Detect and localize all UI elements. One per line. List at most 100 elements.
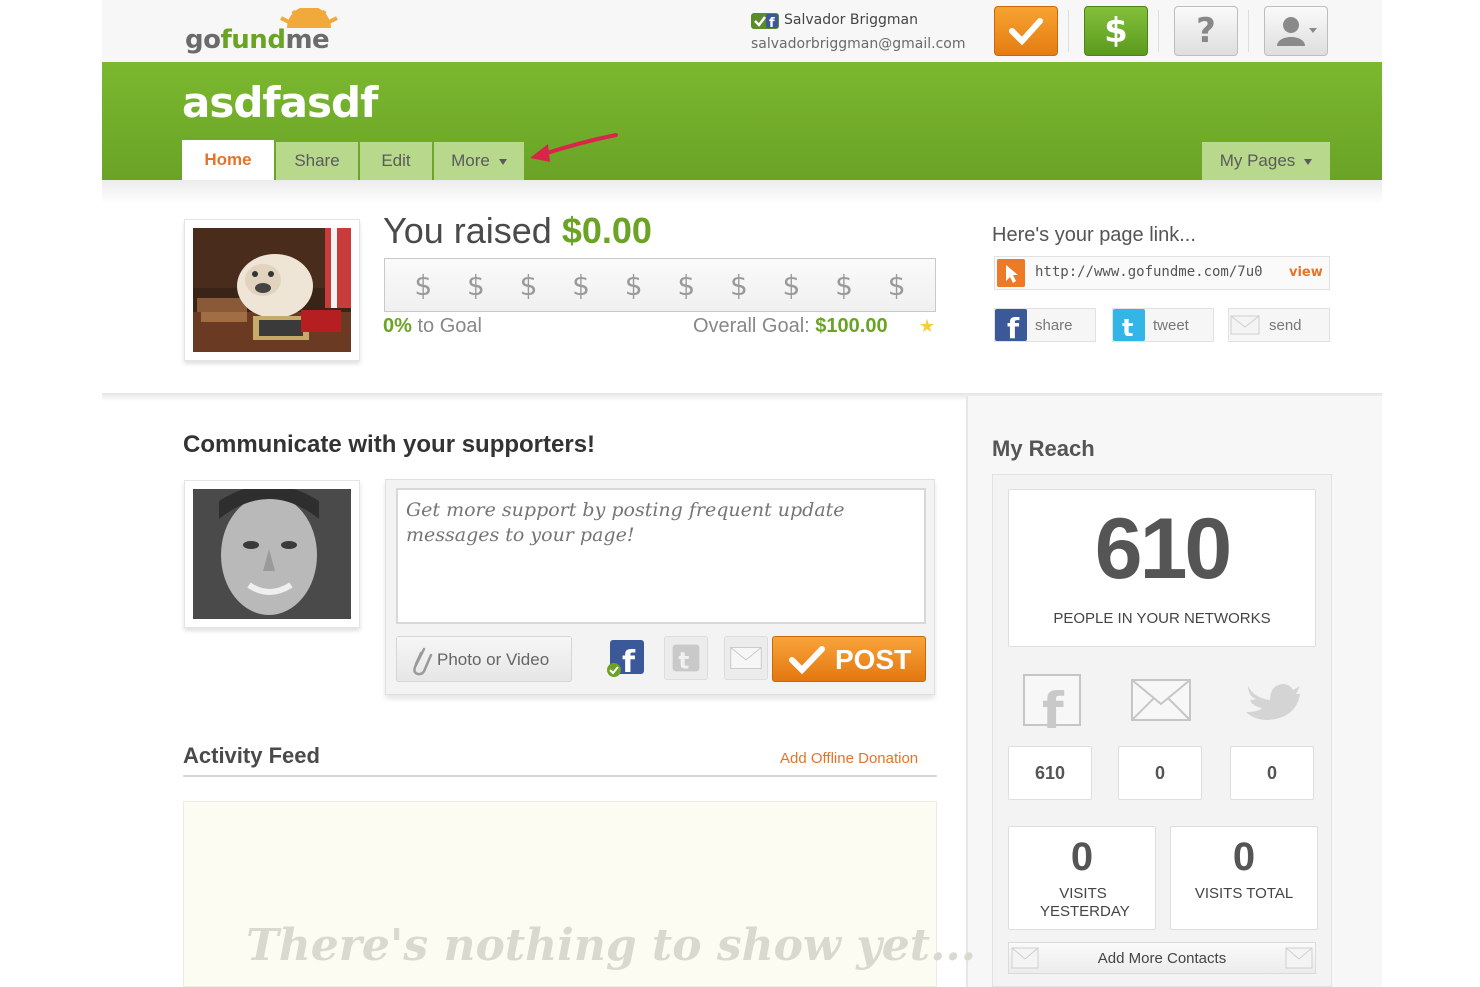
twitter-icon: t bbox=[1113, 309, 1145, 341]
activity-feed-title: Activity Feed bbox=[183, 743, 320, 768]
svg-text:t: t bbox=[678, 649, 689, 675]
user-icon bbox=[1277, 17, 1317, 46]
svg-text:t: t bbox=[1122, 314, 1133, 341]
my-pages-label: My Pages bbox=[1219, 151, 1296, 170]
mail-icon bbox=[1131, 679, 1191, 721]
twitter-icon[interactable]: t bbox=[664, 636, 708, 680]
facebook-icon: f bbox=[1023, 674, 1081, 728]
dollar-mark: $ bbox=[835, 268, 853, 302]
help-button[interactable]: ? bbox=[1174, 6, 1238, 56]
twitter-reach-count: 0 bbox=[1230, 746, 1314, 800]
raised-amount: $0.00 bbox=[561, 210, 652, 251]
dashboard-frame: gofundme f Salvador Briggman salvadorbri… bbox=[102, 0, 1382, 987]
visits-yesterday-label: VISITS YESTERDAY bbox=[1040, 885, 1130, 920]
raised-headline: You raised $0.00 bbox=[383, 210, 652, 252]
page-title: asdfasdf bbox=[182, 78, 378, 127]
mail-icon bbox=[1285, 947, 1313, 969]
people-count: 610 bbox=[1094, 501, 1233, 597]
send-label: send bbox=[1269, 317, 1302, 334]
network-size-card: 610 PEOPLE IN YOUR NETWORKS bbox=[1008, 489, 1316, 647]
donations-button[interactable]: $ bbox=[1084, 6, 1148, 56]
dollar-mark: $ bbox=[414, 268, 433, 302]
update-message-input[interactable] bbox=[396, 488, 926, 624]
dollar-mark: $ bbox=[519, 268, 538, 302]
toolbar-divider bbox=[1068, 10, 1069, 52]
people-label: PEOPLE IN YOUR NETWORKS bbox=[1053, 610, 1271, 627]
feed-divider bbox=[183, 775, 937, 777]
top-bar: gofundme f Salvador Briggman salvadorbri… bbox=[102, 0, 1382, 62]
profile-photo[interactable] bbox=[184, 480, 360, 628]
percent-value: 0% bbox=[383, 315, 412, 337]
my-pages-dropdown[interactable]: My Pages bbox=[1202, 142, 1330, 180]
campaign-photo[interactable] bbox=[184, 219, 360, 361]
svg-text:f: f bbox=[622, 645, 636, 680]
star-icon: ★ bbox=[919, 316, 936, 337]
twitter-share-button[interactable]: t tweet bbox=[1112, 308, 1214, 342]
activity-feed: There's nothing to show yet... bbox=[183, 801, 976, 987]
user-name[interactable]: Salvador Briggman bbox=[784, 12, 918, 28]
photo-video-label: Photo or Video bbox=[437, 650, 550, 669]
visits-yesterday-card: 0 VISITS YESTERDAY bbox=[1008, 826, 1156, 930]
dollar-mark: $ bbox=[466, 268, 485, 302]
page-link-url[interactable]: http://www.gofundme.com/7u0 bbox=[1035, 264, 1275, 280]
percent-suffix: to Goal bbox=[417, 315, 482, 337]
goal-value: $100.00 bbox=[815, 315, 888, 337]
dollar-mark: $ bbox=[729, 268, 748, 302]
empty-feed-message: There's nothing to show yet... bbox=[246, 920, 977, 971]
donation-progress-bar: $ $ $ $ $ $ $ $ $ $ bbox=[384, 258, 936, 312]
mail-icon[interactable] bbox=[724, 636, 768, 680]
toolbar-divider bbox=[1158, 10, 1159, 52]
account-menu-button[interactable] bbox=[1264, 6, 1328, 56]
raised-prefix: You raised bbox=[383, 210, 552, 251]
tab-share[interactable]: Share bbox=[276, 142, 358, 180]
view-link[interactable]: view bbox=[1289, 265, 1323, 280]
tab-home[interactable]: Home bbox=[182, 140, 274, 180]
tab-edit[interactable]: Edit bbox=[360, 142, 432, 180]
mail-icon bbox=[1230, 315, 1260, 335]
cursor-icon bbox=[997, 259, 1025, 287]
page-link-box: http://www.gofundme.com/7u0 view bbox=[994, 256, 1330, 290]
tab-more[interactable]: More bbox=[434, 142, 524, 180]
user-info: f Salvador Briggman salvadorbriggman@gma… bbox=[751, 10, 981, 56]
add-more-contacts-button[interactable]: Add More Contacts bbox=[1008, 942, 1316, 974]
facebook-icon: f bbox=[995, 309, 1027, 341]
communicate-title: Communicate with your supporters! bbox=[183, 431, 596, 458]
email-reach-count: 0 bbox=[1118, 746, 1202, 800]
visits-total-label: VISITS TOTAL bbox=[1194, 885, 1294, 902]
profile-image bbox=[193, 485, 351, 619]
percent-to-goal: 0% to Goal bbox=[383, 315, 482, 338]
share-label: share bbox=[1035, 317, 1073, 334]
facebook-connected-icon: f bbox=[751, 13, 779, 29]
logo-go: go bbox=[185, 25, 221, 55]
post-button[interactable]: POST bbox=[772, 636, 926, 682]
gofundme-logo[interactable]: gofundme bbox=[185, 8, 345, 56]
campaign-image bbox=[193, 228, 351, 352]
photo-video-button[interactable]: Photo or Video bbox=[396, 636, 572, 682]
dollar-mark: $ bbox=[782, 268, 801, 302]
svg-text:f: f bbox=[769, 16, 775, 29]
logo-fund: fund bbox=[220, 25, 286, 55]
overall-goal: Overall Goal: $100.00 bbox=[693, 315, 888, 338]
visits-yesterday-count: 0 bbox=[1070, 835, 1094, 879]
dollar-mark: $ bbox=[624, 268, 643, 302]
tweet-label: tweet bbox=[1153, 317, 1189, 334]
goal-label: Overall Goal: bbox=[693, 315, 810, 337]
section-divider bbox=[102, 180, 1382, 204]
facebook-icon[interactable]: f bbox=[604, 636, 648, 680]
paperclip-icon bbox=[413, 647, 433, 676]
checklist-button[interactable] bbox=[994, 6, 1058, 56]
chevron-down-icon bbox=[498, 159, 507, 165]
facebook-reach-count: 610 bbox=[1008, 746, 1092, 800]
add-more-contacts-label: Add More Contacts bbox=[1097, 950, 1227, 967]
post-composer: Photo or Video f t POST bbox=[385, 479, 935, 695]
checkmark-icon bbox=[1009, 18, 1043, 45]
email-share-button[interactable]: send bbox=[1228, 308, 1330, 342]
facebook-share-button[interactable]: f share bbox=[994, 308, 1096, 342]
add-offline-donation-link[interactable]: Add Offline Donation bbox=[780, 750, 918, 767]
logo-me: me bbox=[285, 25, 330, 55]
dollar-mark: $ bbox=[677, 268, 696, 302]
dollar-mark: $ bbox=[887, 268, 906, 302]
page-header: asdfasdf Home Share Edit More My Pages bbox=[102, 62, 1382, 180]
post-label: POST bbox=[835, 644, 912, 675]
dollar-mark: $ bbox=[572, 268, 590, 302]
